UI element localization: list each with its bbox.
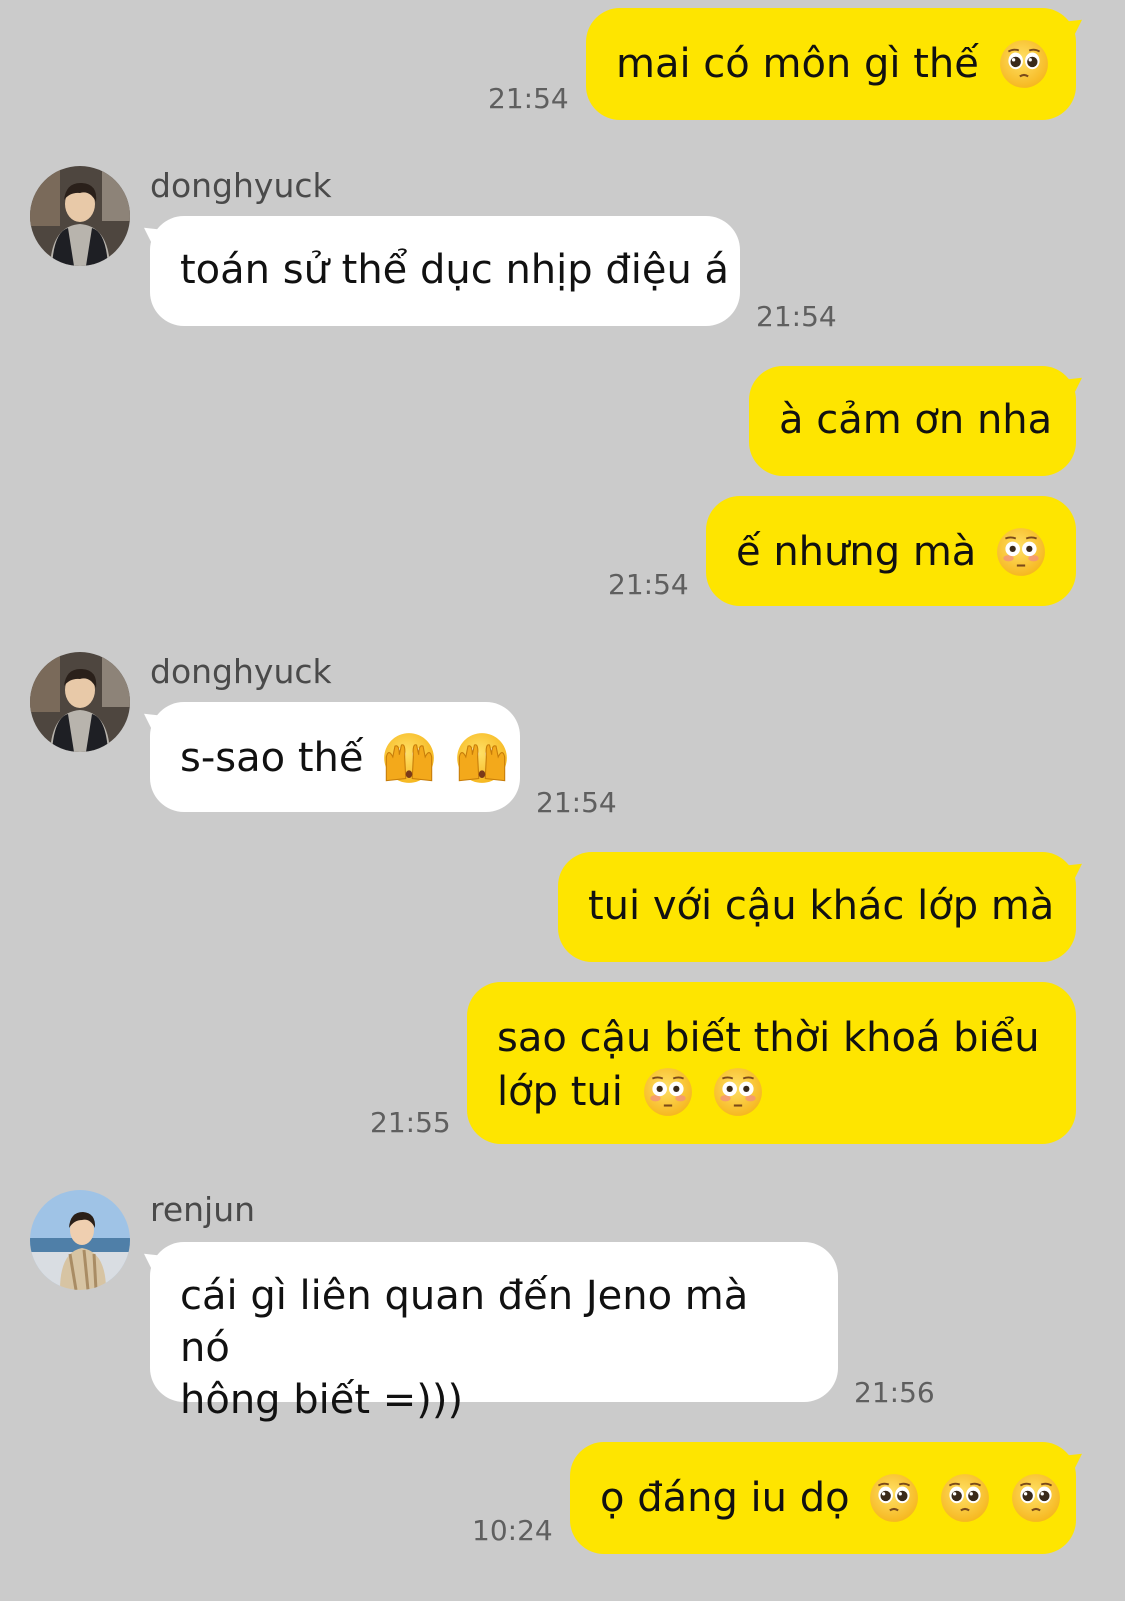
message-time: 21:54 <box>488 82 569 115</box>
pleading-face-emoji-icon <box>998 38 1050 90</box>
message-text: s-sao thế <box>180 735 364 781</box>
received-message-bubble[interactable]: toán sử thể dục nhịp điệu á <box>150 216 740 326</box>
message-time: 21:54 <box>608 568 689 601</box>
message-text-line-2: hông biết =))) <box>180 1377 464 1423</box>
avatar[interactable] <box>30 1190 130 1290</box>
message-time: 10:24 <box>472 1514 553 1547</box>
sent-message-bubble[interactable]: ọ đáng iu dọ <box>570 1442 1076 1554</box>
message-text: ọ đáng iu dọ <box>600 1475 850 1521</box>
sender-name: renjun <box>150 1190 256 1229</box>
flushed-face-emoji-icon <box>712 1066 764 1118</box>
received-message-bubble[interactable]: s-sao thế <box>150 702 520 812</box>
avatar[interactable] <box>30 652 130 752</box>
message-text-line-1: sao cậu biết thời khoá biểu <box>497 1015 1040 1061</box>
message-time: 21:54 <box>756 300 837 333</box>
message-text: tui với cậu khác lớp mà <box>588 883 1055 929</box>
message-text-line-1: cái gì liên quan đến Jeno mà nó <box>180 1273 749 1371</box>
flushed-face-emoji-icon <box>642 1066 694 1118</box>
message-time: 21:56 <box>854 1376 935 1409</box>
face-with-peeking-eye-emoji-icon <box>382 731 436 785</box>
sent-message-bubble[interactable]: mai có môn gì thế <box>586 8 1076 120</box>
face-with-peeking-eye-emoji-icon <box>455 731 509 785</box>
message-text: ế nhưng mà <box>736 529 977 575</box>
pleading-face-emoji-icon <box>939 1472 991 1524</box>
sent-message-bubble[interactable]: ế nhưng mà <box>706 496 1076 606</box>
sent-message-bubble[interactable]: sao cậu biết thời khoá biểu lớp tui <box>467 982 1076 1144</box>
avatar[interactable] <box>30 166 130 266</box>
pleading-face-emoji-icon <box>1010 1472 1062 1524</box>
message-time: 21:54 <box>536 786 617 819</box>
pleading-face-emoji-icon <box>868 1472 920 1524</box>
sender-name: donghyuck <box>150 166 332 205</box>
sender-name: donghyuck <box>150 652 332 691</box>
message-text: à cảm ơn nha <box>779 397 1053 443</box>
message-text-line-2: lớp tui <box>497 1069 623 1115</box>
received-message-bubble[interactable]: cái gì liên quan đến Jeno mà nó hông biế… <box>150 1242 838 1423</box>
sent-message-bubble[interactable]: à cảm ơn nha <box>749 366 1076 476</box>
message-text: toán sử thể dục nhịp điệu á <box>180 247 730 293</box>
message-time: 21:55 <box>370 1106 451 1139</box>
message-text: mai có môn gì thế <box>616 41 979 87</box>
flushed-face-emoji-icon <box>995 526 1047 578</box>
sent-message-bubble[interactable]: tui với cậu khác lớp mà <box>558 852 1076 962</box>
